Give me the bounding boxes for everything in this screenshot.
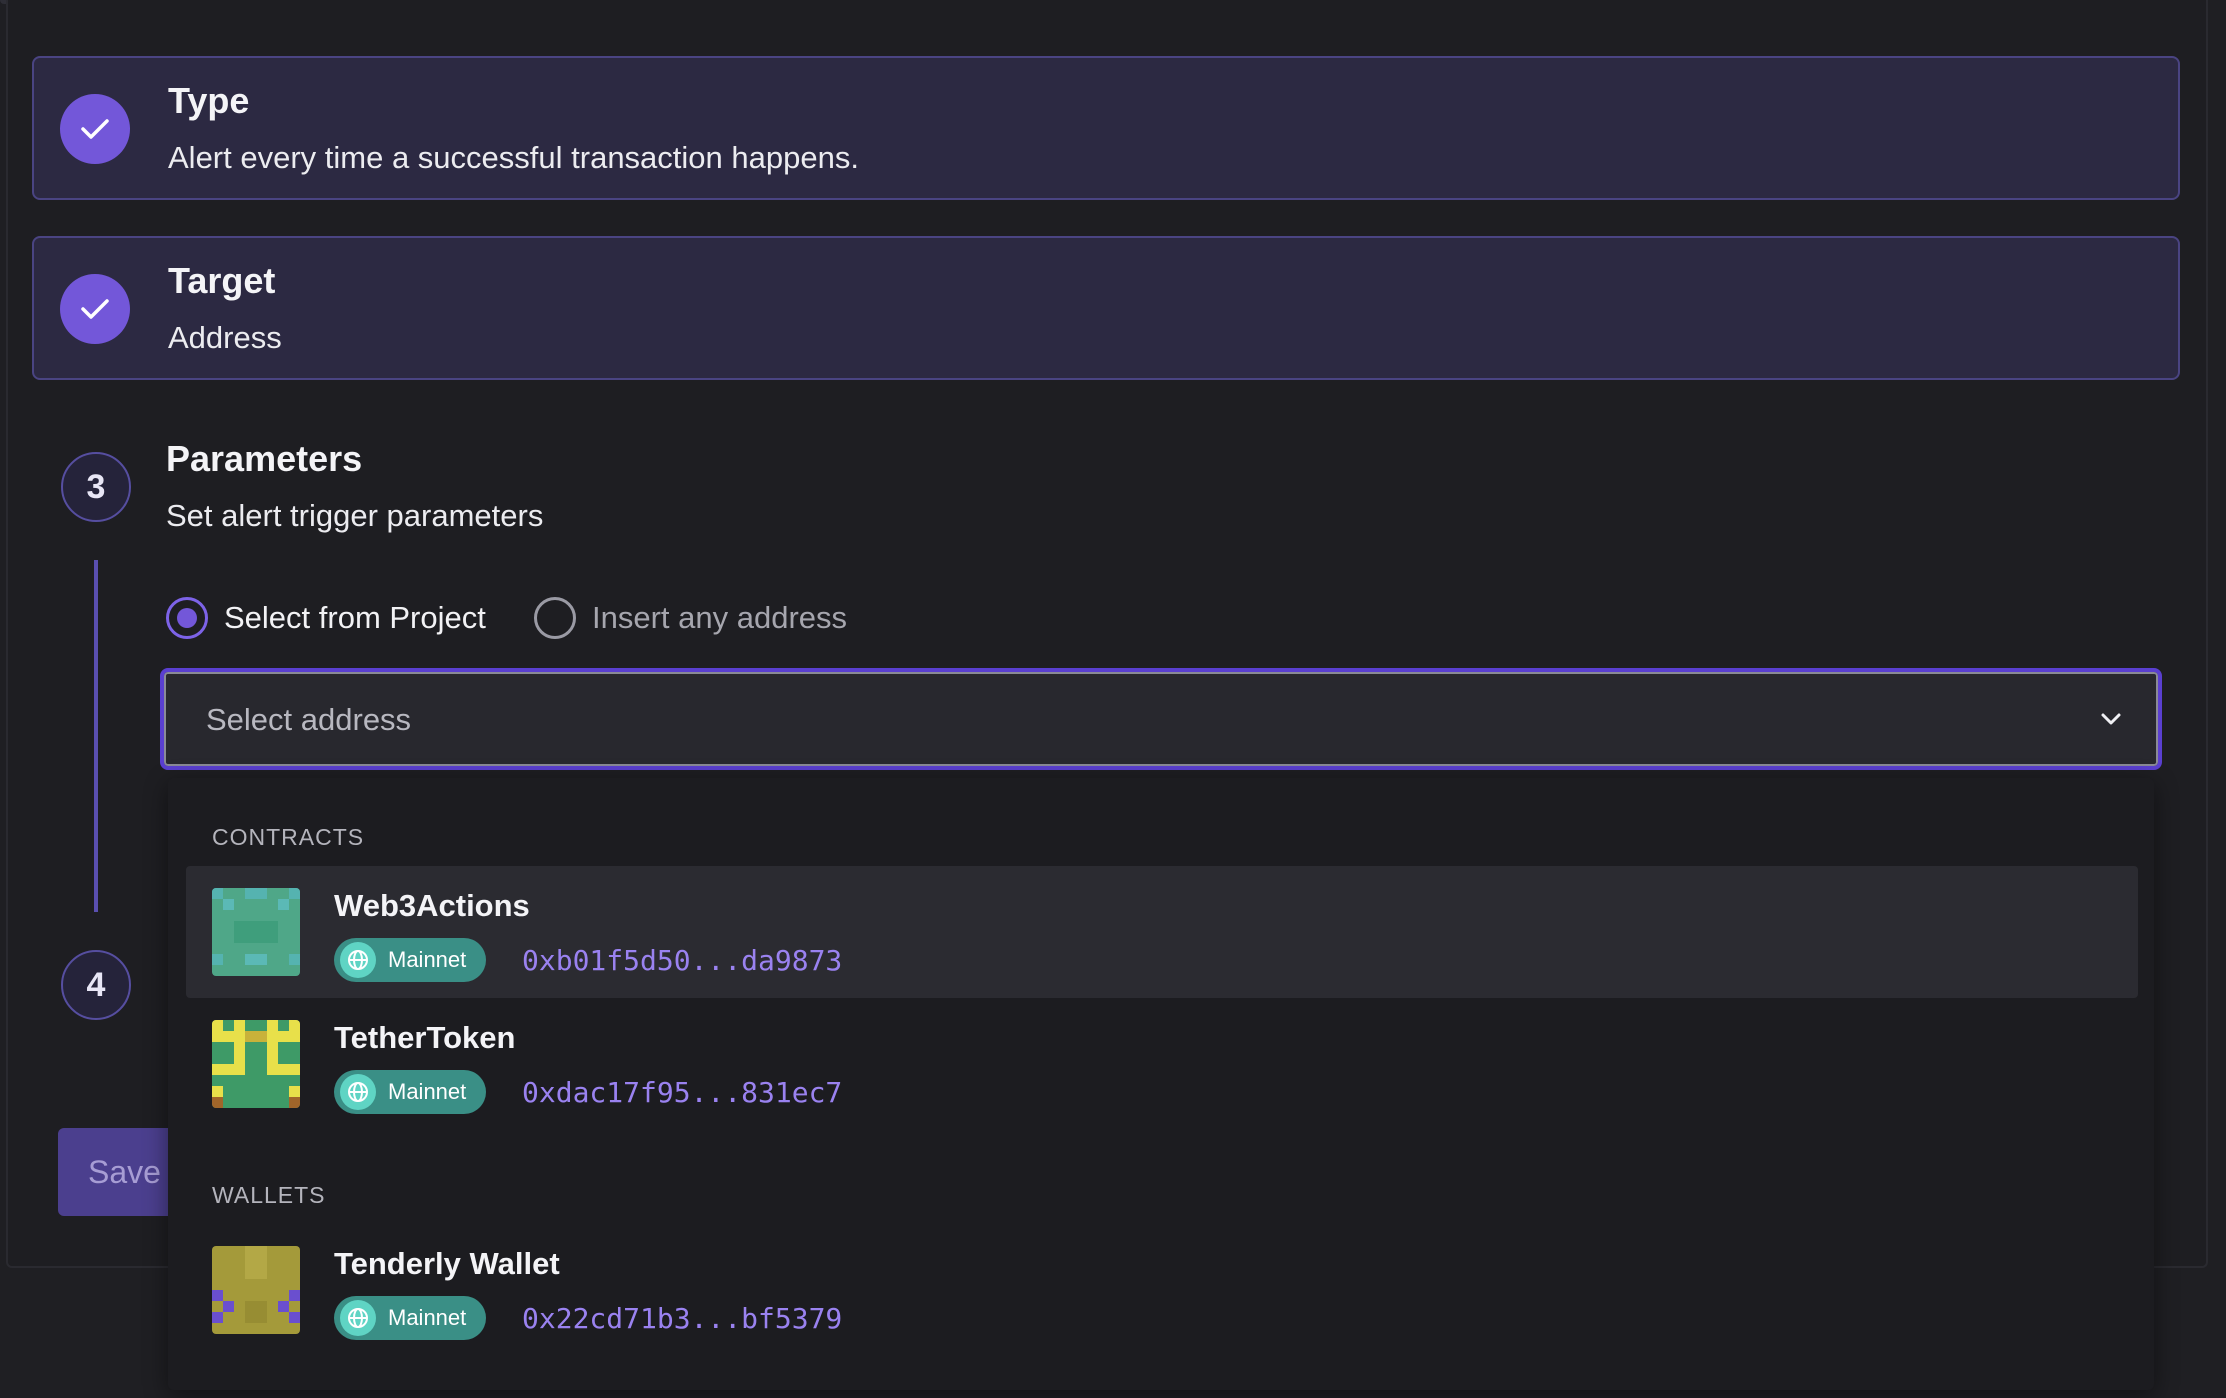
save-button[interactable]: Save [58, 1128, 168, 1216]
dropdown-option-contract[interactable]: Web3Actions Mainnet 0xb01f5d50...da9873 [186, 866, 2138, 998]
network-badge-label: Mainnet [388, 947, 467, 972]
step-complete-check-icon [60, 274, 130, 344]
wallet-avatar-icon [212, 1246, 300, 1334]
contract-address: 0xdac17f95...831ec7 [522, 1076, 843, 1109]
network-badge: Mainnet [334, 1070, 487, 1114]
step-parameters-description: Set alert trigger parameters [166, 498, 544, 533]
contract-address: 0xb01f5d50...da9873 [522, 944, 843, 977]
radio-unchecked-icon[interactable] [534, 597, 576, 639]
contract-avatar-icon [212, 1020, 300, 1108]
radio-insert-any-address-label: Insert any address [592, 600, 848, 635]
radio-select-from-project-label: Select from Project [224, 600, 486, 635]
step-number-3: 3 [61, 452, 131, 522]
wallets-group-label: WALLETS [212, 1182, 326, 1208]
network-badge-label: Mainnet [388, 1079, 467, 1104]
radio-checked-icon[interactable] [166, 597, 208, 639]
address-dropdown-menu: CONTRACTS Web3Actions Mainnet 0xb01f5d50… [168, 778, 2154, 1390]
step-type-title: Type [168, 80, 250, 121]
contract-name: TetherToken [334, 1020, 516, 1055]
step-parameters-title: Parameters [166, 438, 363, 479]
step-number-4: 4 [61, 950, 131, 1020]
step-target-title: Target [168, 260, 276, 301]
dropdown-option-contract[interactable]: TetherToken Mainnet 0xdac17f95...831ec7 [186, 998, 2138, 1130]
address-select[interactable]: Select address [160, 668, 2162, 770]
address-select-placeholder: Select address [206, 702, 412, 737]
step-type-description: Alert every time a successful transactio… [168, 140, 859, 175]
contract-avatar-icon [212, 888, 300, 976]
wallet-name: Tenderly Wallet [334, 1246, 560, 1281]
globe-icon [340, 942, 376, 978]
step-target-card[interactable]: Target Address [32, 236, 2180, 380]
network-badge: Mainnet [334, 1296, 487, 1340]
step-connector-line [94, 560, 98, 912]
network-badge: Mainnet [334, 938, 487, 982]
globe-icon [340, 1074, 376, 1110]
dropdown-option-wallet[interactable]: Tenderly Wallet Mainnet 0x22cd71b3...bf5… [186, 1224, 2138, 1356]
radio-insert-any-address[interactable]: Insert any address [534, 596, 847, 640]
wallet-address: 0x22cd71b3...bf5379 [522, 1302, 843, 1335]
network-badge-label: Mainnet [388, 1305, 467, 1330]
chevron-down-icon [2101, 713, 2121, 725]
contract-name: Web3Actions [334, 888, 530, 923]
globe-icon [340, 1300, 376, 1336]
contracts-group-label: CONTRACTS [212, 824, 365, 850]
step-complete-check-icon [60, 94, 130, 164]
radio-select-from-project[interactable]: Select from Project [166, 596, 486, 640]
step-type-card[interactable]: Type Alert every time a successful trans… [32, 56, 2180, 200]
step-target-description: Address [168, 320, 282, 355]
